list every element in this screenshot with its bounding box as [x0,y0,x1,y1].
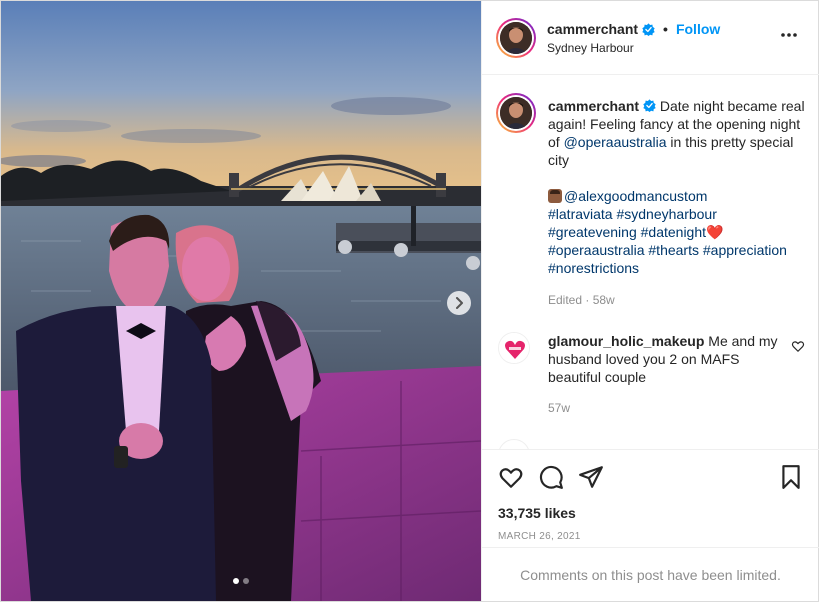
carousel-indicator [1,578,481,584]
header-separator: • [663,21,668,37]
next-comment-avatar[interactable] [498,439,530,449]
post-location[interactable]: Sydney Harbour [547,41,634,55]
share-icon[interactable] [578,464,604,490]
carousel-dot-1 [233,578,239,584]
comment-time: 57w [548,401,571,415]
comments-section[interactable]: cammerchant Date night became real again… [482,75,819,449]
post-date[interactable]: March 26, 2021 [498,531,581,542]
comments-limited-notice: Comments on this post have been limited. [482,547,819,601]
hashtags-line-4[interactable]: #norestrictions [548,259,810,277]
caption-username[interactable]: cammerchant [548,98,639,114]
photo-scene [1,1,481,601]
caption-author-avatar[interactable] [496,93,536,133]
hashtags-line-2[interactable]: #greatevening #datenight [548,224,706,240]
likes-count[interactable]: 33,735 likes [498,505,576,521]
verified-badge-icon [643,99,656,112]
caption-mention-link[interactable]: @operaaustralia [564,134,667,150]
carousel-next-button[interactable] [447,291,471,315]
comment-item: glamour_holic_makeup Me and my husband l… [548,332,778,386]
post-caption: cammerchant Date night became real again… [548,97,810,277]
post-header: cammerchant • Follow Sydney Harbour [482,1,819,75]
commenter-avatar-image [499,333,529,363]
author-username[interactable]: cammerchant [547,21,638,37]
comment-icon[interactable] [538,464,564,490]
author-avatar[interactable] [496,18,536,58]
heart-emoji: ❤️ [706,224,724,240]
commenter-avatar[interactable] [498,332,530,364]
comment-username[interactable]: glamour_holic_makeup [548,333,704,349]
verified-badge-icon [642,22,655,36]
heart-icon[interactable] [498,464,524,490]
tag-mention-link[interactable]: @alexgoodmancustom [564,188,707,204]
follow-button[interactable]: Follow [676,21,720,37]
hashtags-line-3[interactable]: #operaaustralia #thearts #appreciation [548,241,810,259]
bookmark-icon[interactable] [778,464,804,490]
person-emoji-icon [548,189,562,203]
author-avatar-image [500,22,532,54]
post-actions: 33,735 likes March 26, 2021 [482,449,819,549]
more-options-icon[interactable] [779,25,799,45]
caption-avatar-image [500,97,532,129]
caption-meta: Edited · 58w [548,293,615,307]
carousel-dot-2 [243,578,249,584]
author-row: cammerchant • Follow [547,21,720,37]
hashtags-line-1[interactable]: #latraviata #sydneyharbour [548,205,810,223]
comment-heart-icon[interactable] [791,339,805,353]
post-photo[interactable] [1,1,481,601]
chevron-right-icon [456,297,463,309]
post-details-panel: cammerchant • Follow Sydney Harbour camm… [481,1,819,601]
